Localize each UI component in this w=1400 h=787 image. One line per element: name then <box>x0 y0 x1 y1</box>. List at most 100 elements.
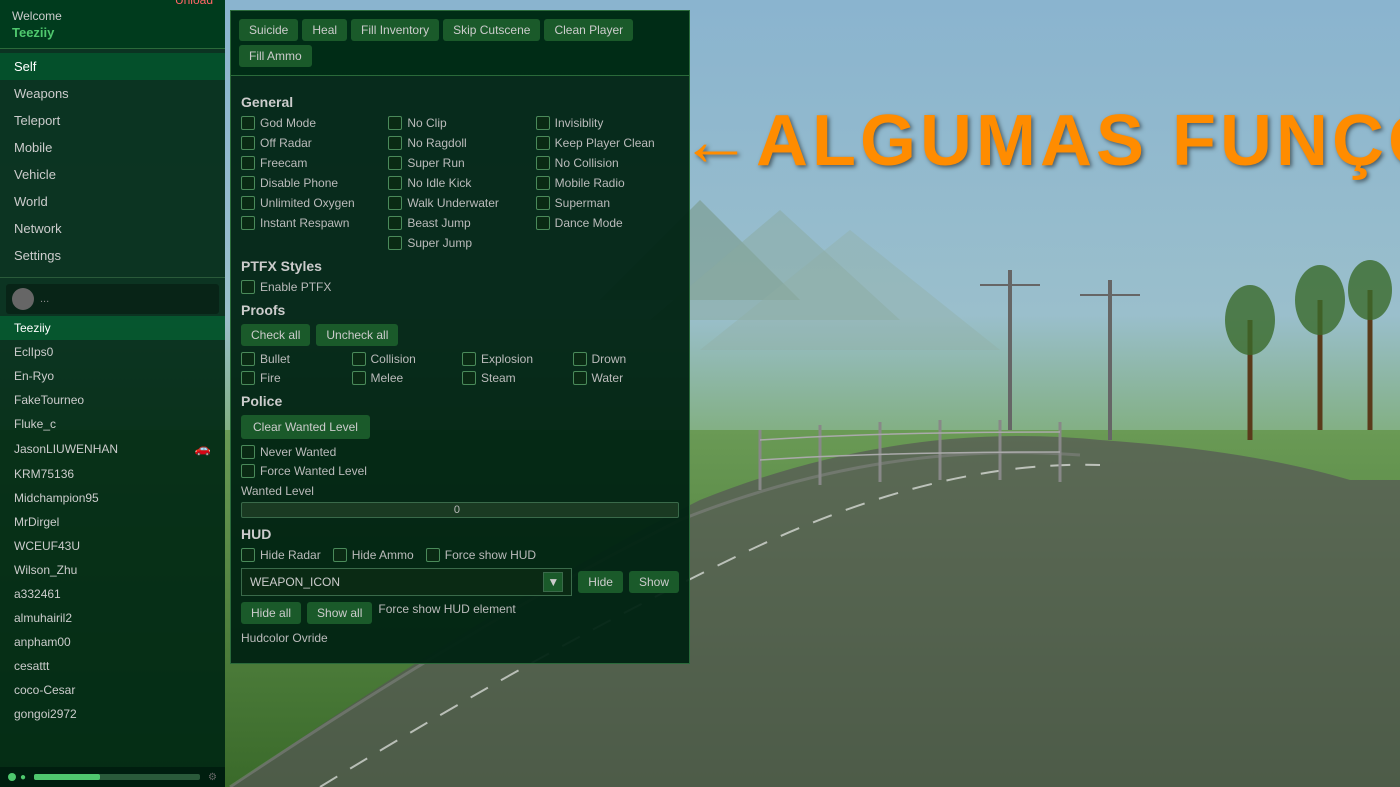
check-no-ragdoll[interactable]: No Ragdoll <box>388 136 531 150</box>
hud-show-button[interactable]: Show <box>629 571 679 593</box>
checkbox-walk-underwater[interactable] <box>388 196 402 210</box>
check-god-mode[interactable]: God Mode <box>241 116 384 130</box>
checkbox-enable-ptfx[interactable] <box>241 280 255 294</box>
sidebar-item-mobile[interactable]: Mobile <box>0 134 225 161</box>
checkbox-fire[interactable] <box>241 371 255 385</box>
check-melee[interactable]: Melee <box>352 371 459 385</box>
checkbox-collision[interactable] <box>352 352 366 366</box>
check-water[interactable]: Water <box>573 371 680 385</box>
check-enable-ptfx[interactable]: Enable PTFX <box>241 280 679 294</box>
checkbox-disable-phone[interactable] <box>241 176 255 190</box>
check-off-radar[interactable]: Off Radar <box>241 136 384 150</box>
tab-clean-player[interactable]: Clean Player <box>544 19 633 41</box>
check-super-jump[interactable]: Super Jump <box>388 236 531 250</box>
check-mobile-radio[interactable]: Mobile Radio <box>536 176 679 190</box>
uncheck-all-button[interactable]: Uncheck all <box>316 324 398 346</box>
check-no-clip[interactable]: No Clip <box>388 116 531 130</box>
check-unlimited-oxygen[interactable]: Unlimited Oxygen <box>241 196 384 210</box>
tab-fill-inventory[interactable]: Fill Inventory <box>351 19 439 41</box>
player-item-gongoi2972[interactable]: gongoi2972 <box>0 702 225 726</box>
check-never-wanted[interactable]: Never Wanted <box>241 445 679 459</box>
checkbox-off-radar[interactable] <box>241 136 255 150</box>
sidebar-item-vehicle[interactable]: Vehicle <box>0 161 225 188</box>
player-item-teeziiy[interactable]: Teeziiy <box>0 316 225 340</box>
checkbox-god-mode[interactable] <box>241 116 255 130</box>
sidebar-item-settings[interactable]: Settings <box>0 242 225 269</box>
checkbox-superman[interactable] <box>536 196 550 210</box>
check-disable-phone[interactable]: Disable Phone <box>241 176 384 190</box>
hud-hide-button[interactable]: Hide <box>578 571 623 593</box>
checkbox-invisiblity[interactable] <box>536 116 550 130</box>
check-freecam[interactable]: Freecam <box>241 156 384 170</box>
check-collision[interactable]: Collision <box>352 352 459 366</box>
player-item-mrdirgel[interactable]: MrDirgel <box>0 510 225 534</box>
sidebar-item-weapons[interactable]: Weapons <box>0 80 225 107</box>
check-instant-respawn[interactable]: Instant Respawn <box>241 216 384 230</box>
check-force-show-hud[interactable]: Force show HUD <box>426 548 536 562</box>
show-all-button[interactable]: Show all <box>307 602 372 624</box>
player-item-faketourneo[interactable]: FakeTourneo <box>0 388 225 412</box>
checkbox-bullet[interactable] <box>241 352 255 366</box>
checkbox-melee[interactable] <box>352 371 366 385</box>
check-keep-player-clean[interactable]: Keep Player Clean <box>536 136 679 150</box>
player-item-eclips0[interactable]: EclIps0 <box>0 340 225 364</box>
checkbox-mobile-radio[interactable] <box>536 176 550 190</box>
checkbox-freecam[interactable] <box>241 156 255 170</box>
checkbox-explosion[interactable] <box>462 352 476 366</box>
checkbox-instant-respawn[interactable] <box>241 216 255 230</box>
check-bullet[interactable]: Bullet <box>241 352 348 366</box>
dropdown-arrow-icon[interactable]: ▼ <box>543 572 563 592</box>
check-invisiblity[interactable]: Invisiblity <box>536 116 679 130</box>
player-item-en-ryo[interactable]: En-Ryo <box>0 364 225 388</box>
player-item-almuhairil2[interactable]: almuhairil2 <box>0 606 225 630</box>
check-hide-ammo[interactable]: Hide Ammo <box>333 548 414 562</box>
checkbox-drown[interactable] <box>573 352 587 366</box>
check-force-wanted[interactable]: Force Wanted Level <box>241 464 679 478</box>
player-item-krm75136[interactable]: KRM75136 <box>0 462 225 486</box>
checkbox-force-wanted[interactable] <box>241 464 255 478</box>
clear-wanted-button[interactable]: Clear Wanted Level <box>241 415 370 439</box>
check-drown[interactable]: Drown <box>573 352 680 366</box>
hide-all-button[interactable]: Hide all <box>241 602 301 624</box>
player-item-wceuf43u[interactable]: WCEUF43U <box>0 534 225 558</box>
check-super-run[interactable]: Super Run <box>388 156 531 170</box>
checkbox-force-show-hud[interactable] <box>426 548 440 562</box>
player-item-wilson-zhu[interactable]: Wilson_Zhu <box>0 558 225 582</box>
player-item-cesattt[interactable]: cesattt <box>0 654 225 678</box>
player-item-jasonliuwenhan[interactable]: JasonLIUWENHAN 🚗 <box>0 436 225 462</box>
checkbox-no-collision[interactable] <box>536 156 550 170</box>
check-no-idle-kick[interactable]: No Idle Kick <box>388 176 531 190</box>
checkbox-keep-player-clean[interactable] <box>536 136 550 150</box>
checkbox-hide-radar[interactable] <box>241 548 255 562</box>
sidebar-item-self[interactable]: Self <box>0 53 225 80</box>
checkbox-dance-mode[interactable] <box>536 216 550 230</box>
checkbox-water[interactable] <box>573 371 587 385</box>
player-item-anpham00[interactable]: anpham00 <box>0 630 225 654</box>
player-item-a332461[interactable]: a332461 <box>0 582 225 606</box>
checkbox-never-wanted[interactable] <box>241 445 255 459</box>
check-beast-jump[interactable]: Beast Jump <box>388 216 531 230</box>
tab-suicide[interactable]: Suicide <box>239 19 298 41</box>
check-walk-underwater[interactable]: Walk Underwater <box>388 196 531 210</box>
player-item-coco-cesar[interactable]: coco-Cesar <box>0 678 225 702</box>
tab-fill-ammo[interactable]: Fill Ammo <box>239 45 312 67</box>
tab-heal[interactable]: Heal <box>302 19 347 41</box>
checkbox-no-idle-kick[interactable] <box>388 176 402 190</box>
hud-dropdown[interactable]: WEAPON_ICON ▼ <box>241 568 572 596</box>
tab-skip-cutscene[interactable]: Skip Cutscene <box>443 19 540 41</box>
check-all-button[interactable]: Check all <box>241 324 310 346</box>
checkbox-no-ragdoll[interactable] <box>388 136 402 150</box>
checkbox-super-run[interactable] <box>388 156 402 170</box>
checkbox-unlimited-oxygen[interactable] <box>241 196 255 210</box>
check-hide-radar[interactable]: Hide Radar <box>241 548 321 562</box>
unload-button[interactable]: Unload <box>175 0 213 7</box>
check-fire[interactable]: Fire <box>241 371 348 385</box>
checkbox-hide-ammo[interactable] <box>333 548 347 562</box>
check-steam[interactable]: Steam <box>462 371 569 385</box>
player-item-midchampion95[interactable]: Midchampion95 <box>0 486 225 510</box>
sidebar-item-world[interactable]: World <box>0 188 225 215</box>
checkbox-beast-jump[interactable] <box>388 216 402 230</box>
check-superman[interactable]: Superman <box>536 196 679 210</box>
checkbox-super-jump[interactable] <box>388 236 402 250</box>
wanted-slider[interactable]: 0 <box>241 502 679 518</box>
